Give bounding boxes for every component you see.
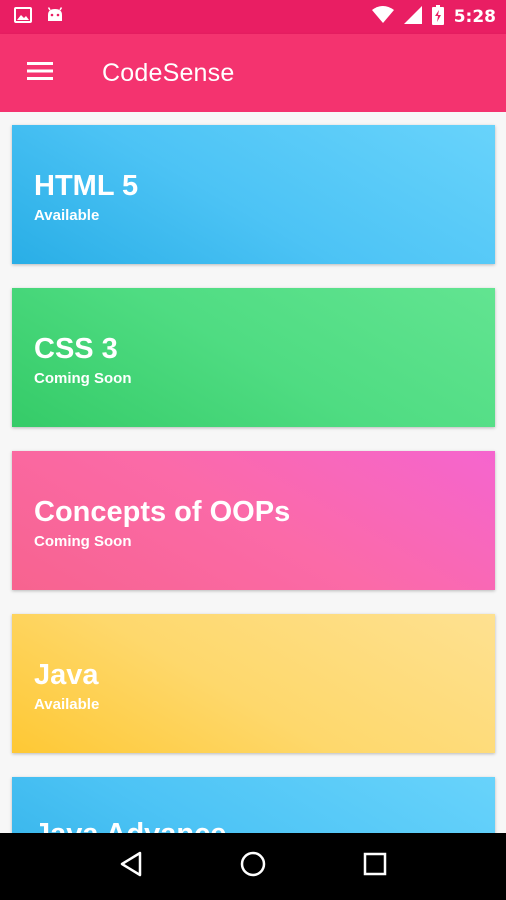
status-bar: 5:28 [0, 0, 506, 34]
topic-card-java[interactable]: Java Available [12, 614, 495, 753]
signal-icon [403, 5, 422, 29]
status-right-icons: 5:28 [371, 4, 496, 30]
android-icon [46, 6, 64, 28]
hamburger-menu-icon [27, 61, 53, 86]
topic-status: Coming Soon [34, 370, 132, 387]
home-icon [239, 850, 267, 883]
menu-button[interactable] [2, 34, 78, 112]
recents-button[interactable] [350, 842, 400, 892]
wifi-icon [371, 5, 394, 29]
status-time: 5:28 [453, 7, 496, 27]
recents-icon [362, 851, 388, 882]
image-icon [14, 6, 32, 28]
back-icon [118, 850, 144, 883]
back-button[interactable] [106, 842, 156, 892]
topic-card-oops[interactable]: Concepts of OOPs Coming Soon [12, 451, 495, 590]
topic-status: Coming Soon [34, 533, 132, 550]
system-nav-bar [0, 833, 506, 900]
topic-title: Java Advance [34, 817, 495, 833]
status-left-icons [14, 6, 64, 28]
topic-title: CSS 3 [34, 333, 118, 365]
app-title: CodeSense [102, 58, 235, 87]
topic-title: HTML 5 [34, 170, 139, 202]
topic-status: Available [34, 696, 100, 713]
topic-title: Java [34, 659, 99, 691]
topic-list[interactable]: HTML 5 Available CSS 3 Coming Soon Conce… [0, 112, 506, 833]
topic-card-html5[interactable]: HTML 5 Available [12, 125, 495, 264]
app-bar: CodeSense [0, 34, 506, 112]
topic-card-css3[interactable]: CSS 3 Coming Soon [12, 288, 495, 427]
topic-card-java-advance[interactable]: Java Advance [12, 777, 495, 833]
home-button[interactable] [228, 842, 278, 892]
topic-status: Available [34, 207, 100, 224]
topic-title: Concepts of OOPs [34, 496, 291, 528]
battery-charging-icon [431, 4, 444, 30]
